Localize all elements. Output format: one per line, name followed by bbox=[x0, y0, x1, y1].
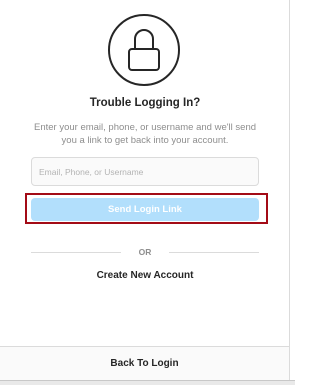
page-edge-bottom bbox=[0, 380, 295, 385]
or-divider: OR bbox=[31, 246, 259, 258]
footer-bar: Back To Login bbox=[0, 346, 289, 380]
create-account-link[interactable]: Create New Account bbox=[0, 270, 290, 281]
lock-icon-graphic bbox=[128, 29, 160, 71]
page-title: Trouble Logging In? bbox=[89, 97, 201, 109]
instructions-text: Enter your email, phone, or username and… bbox=[33, 122, 257, 146]
highlight-box bbox=[25, 193, 268, 224]
email-phone-username-input[interactable] bbox=[31, 157, 259, 186]
back-to-login-link[interactable]: Back To Login bbox=[0, 358, 289, 369]
page-edge-right bbox=[290, 0, 295, 384]
divider-line-right bbox=[169, 252, 259, 253]
lock-icon bbox=[108, 14, 180, 86]
password-reset-card: Trouble Logging In? Enter your email, ph… bbox=[0, 0, 290, 380]
